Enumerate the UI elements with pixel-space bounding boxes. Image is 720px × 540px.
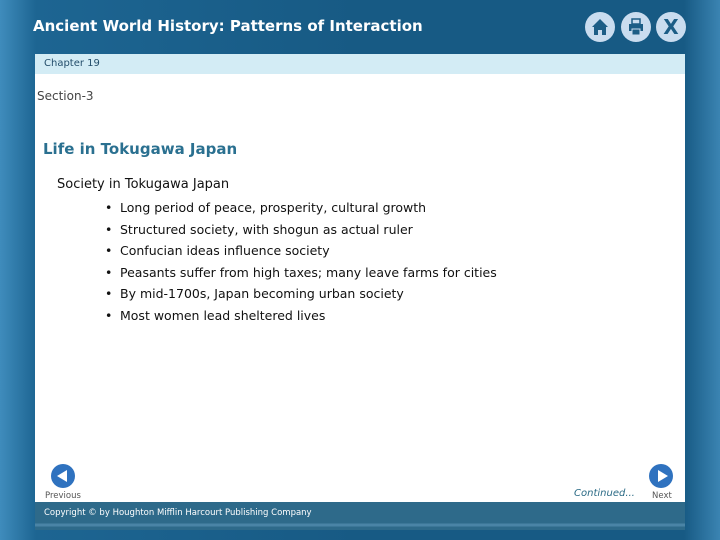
list-item: • Confucian ideas influence society <box>105 243 330 259</box>
previous-label[interactable]: Previous <box>45 491 81 501</box>
slide-subheading: Society in Tokugawa Japan <box>57 177 230 192</box>
list-item: • Most women lead sheltered lives <box>105 307 326 323</box>
print-button[interactable] <box>621 12 651 42</box>
copyright-text: Copyright © by Houghton Mifflin Harcourt… <box>44 508 312 518</box>
previous-button[interactable] <box>51 464 75 488</box>
footer-bar: Copyright © by Houghton Mifflin Harcourt… <box>35 502 685 530</box>
next-label[interactable]: Next <box>652 491 672 501</box>
list-item: • By mid-1700s, Japan becoming urban soci… <box>105 286 404 302</box>
list-item: • Structured society, with shogun as actu… <box>105 221 413 237</box>
arrow-right-icon <box>658 470 668 482</box>
list-item: • Long period of peace, prosperity, cultu… <box>105 200 427 215</box>
print-icon <box>629 18 643 36</box>
app-title: Ancient World History: Patterns of Inter… <box>33 17 423 35</box>
continued-label: Continued... <box>574 488 635 499</box>
home-button[interactable] <box>585 12 615 42</box>
next-button[interactable] <box>649 464 673 488</box>
chapter-label: Chapter 19 <box>44 58 100 69</box>
slide-panel: Chapter 19 Section-3 Life in Tokugawa Ja… <box>35 54 685 502</box>
section-label: Section-3 <box>37 89 94 103</box>
slide-heading: Life in Tokugawa Japan <box>43 140 238 158</box>
list-item: • Peasants suffer from high taxes; many l… <box>105 264 497 280</box>
home-icon <box>592 19 608 35</box>
chapter-bar: Chapter 19 <box>35 54 685 74</box>
bullet-list: • Long period of peace, prosperity, cultu… <box>105 197 497 327</box>
close-button[interactable]: X <box>656 12 686 42</box>
arrow-left-icon <box>57 470 67 482</box>
close-icon: X <box>663 15 679 39</box>
